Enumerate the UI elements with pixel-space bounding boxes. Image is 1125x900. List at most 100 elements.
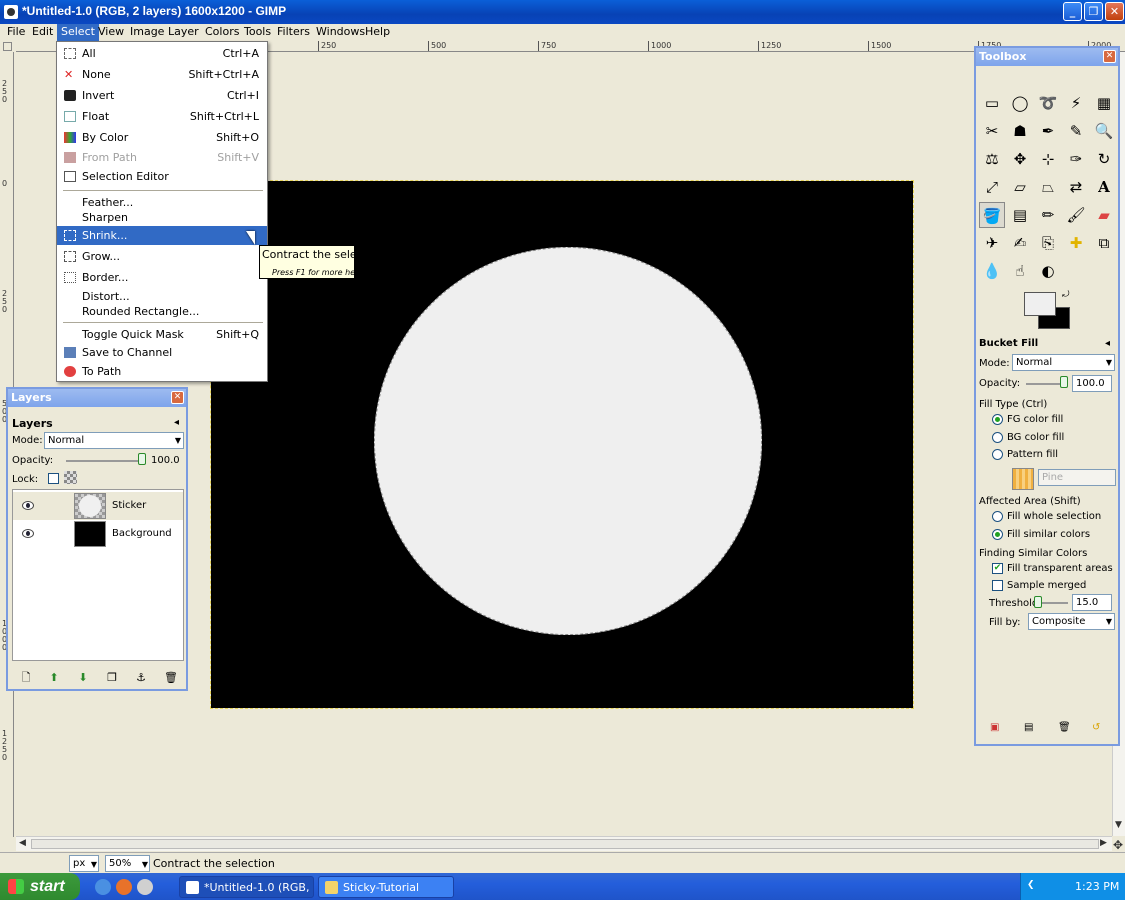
fg-bg-color-swatches[interactable]: ⤾ — [1024, 290, 1074, 330]
fill-opacity-slider[interactable] — [1026, 383, 1062, 385]
menu-item-sharpen[interactable]: Sharpen — [57, 208, 267, 227]
sticker-circle-selection[interactable] — [374, 247, 762, 635]
shear-icon[interactable]: ▱ — [1007, 174, 1033, 200]
rotate-icon[interactable]: ↻ — [1091, 146, 1117, 172]
menu-colors[interactable]: Colors — [201, 24, 243, 41]
menu-item-save-to-channel[interactable]: Save to Channel — [57, 343, 267, 362]
fill-by-select[interactable]: Composite ▼ — [1028, 613, 1115, 630]
perspective-clone-icon[interactable]: ⧉ — [1091, 230, 1117, 256]
menu-edit[interactable]: Edit — [28, 24, 57, 41]
crop-icon[interactable]: ✑ — [1063, 146, 1089, 172]
menu-item-none[interactable]: ✕ None Shift+Ctrl+A — [57, 65, 267, 84]
clone-icon[interactable]: ⎘ — [1035, 230, 1061, 256]
airbrush-icon[interactable]: ✈ — [979, 230, 1005, 256]
close-icon[interactable]: ✕ — [1103, 50, 1116, 63]
color-picker-icon[interactable]: ✎ — [1063, 118, 1089, 144]
raise-layer-icon[interactable]: ⬆ — [48, 672, 60, 684]
delete-layer-icon[interactable]: 🗑 — [164, 672, 178, 684]
rect-select-icon[interactable]: ▭ — [979, 90, 1005, 116]
menu-help[interactable]: Help — [361, 24, 394, 41]
eye-icon[interactable] — [22, 501, 34, 510]
fill-mode-select[interactable]: Normal ▼ — [1012, 354, 1115, 371]
pattern-swatch[interactable] — [1012, 468, 1034, 490]
swap-colors-icon[interactable]: ⤾ — [1062, 290, 1070, 300]
zoom-icon[interactable]: 🔍 — [1091, 118, 1117, 144]
foreground-select-icon[interactable]: ☗ — [1007, 118, 1033, 144]
pencil-icon[interactable]: ✏ — [1035, 202, 1061, 228]
media-quicklaunch-icon[interactable] — [137, 879, 153, 895]
pattern-fill-radio[interactable] — [992, 449, 1003, 460]
smudge-icon[interactable]: ☝ — [1007, 258, 1033, 284]
ie-quicklaunch-icon[interactable] — [95, 879, 111, 895]
fill-transparent-checkbox[interactable]: ✔ — [992, 563, 1003, 574]
lower-layer-icon[interactable]: ⬇ — [77, 672, 89, 684]
dodge-burn-icon[interactable]: ◐ — [1035, 258, 1061, 284]
menu-item-border[interactable]: Border... — [57, 268, 267, 287]
scale-icon[interactable]: ⤢ — [979, 174, 1005, 200]
start-button[interactable]: start — [0, 873, 80, 900]
firefox-quicklaunch-icon[interactable] — [116, 879, 132, 895]
heal-icon[interactable]: ✚ — [1063, 230, 1089, 256]
menu-item-rounded-rectangle[interactable]: Rounded Rectangle... — [57, 302, 267, 321]
menu-select[interactable]: Select — [57, 24, 99, 41]
menu-filters[interactable]: Filters — [273, 24, 314, 41]
horizontal-scrollbar[interactable]: ◀ ▶ — [16, 836, 1112, 851]
menu-item-by-color[interactable]: By Color Shift+O — [57, 128, 267, 147]
fg-color-fill-radio[interactable] — [992, 414, 1003, 425]
tray-expand-icon[interactable]: ❮ — [1027, 880, 1035, 890]
menu-item-to-path[interactable]: To Path — [57, 362, 267, 381]
close-button[interactable]: ✕ — [1105, 2, 1124, 21]
close-icon[interactable]: ✕ — [171, 391, 184, 404]
menu-item-all[interactable]: All Ctrl+A — [57, 44, 267, 63]
maximize-button[interactable]: ❐ — [1084, 2, 1103, 21]
taskbar-item-folder[interactable]: Sticky-Tutorial — [318, 876, 454, 898]
fill-similar-colors-radio[interactable] — [992, 529, 1003, 540]
restore-options-icon[interactable]: ▤ — [1024, 722, 1033, 733]
layer-row-sticker[interactable]: Sticker — [13, 492, 183, 520]
navigate-icon[interactable]: ✥ — [1113, 838, 1123, 852]
menu-item-from-path[interactable]: From Path Shift+V — [57, 148, 267, 167]
measure-icon[interactable]: ⚖ — [979, 146, 1005, 172]
paths-icon[interactable]: ✒ — [1035, 118, 1061, 144]
dock-menu-icon[interactable]: ◂ — [174, 417, 179, 428]
threshold-slider-handle[interactable] — [1034, 596, 1042, 608]
menu-item-selection-editor[interactable]: Selection Editor — [57, 167, 267, 186]
layers-dialog-title[interactable]: Layers — [8, 389, 186, 407]
menu-item-invert[interactable]: Invert Ctrl+I — [57, 86, 267, 105]
bg-color-fill-radio[interactable] — [992, 432, 1003, 443]
foreground-color-swatch[interactable] — [1024, 292, 1056, 316]
scissors-icon[interactable]: ✂ — [979, 118, 1005, 144]
menu-item-grow[interactable]: Grow... — [57, 247, 267, 266]
zoom-select[interactable]: 50% ▼ — [105, 855, 150, 872]
menu-view[interactable]: View — [94, 24, 128, 41]
mode-select[interactable]: Normal ▼ — [44, 432, 184, 449]
menu-item-shrink[interactable]: Shrink... — [57, 226, 267, 245]
opacity-slider-handle[interactable] — [138, 453, 146, 465]
window-title-bar[interactable]: *Untitled-1.0 (RGB, 2 layers) 1600x1200 … — [0, 0, 1125, 24]
opacity-value[interactable]: 100.0 — [151, 455, 180, 466]
opacity-slider[interactable] — [66, 460, 140, 462]
delete-options-icon[interactable]: 🗑 — [1058, 722, 1071, 733]
blur-icon[interactable]: 💧 — [979, 258, 1005, 284]
dock-menu-icon[interactable]: ◂ — [1105, 338, 1110, 349]
scroll-left-icon[interactable]: ◀ — [19, 838, 26, 848]
pattern-name-field[interactable]: Pine — [1038, 469, 1116, 486]
threshold-field[interactable]: 15.0 — [1072, 594, 1112, 611]
paintbrush-icon[interactable]: 🖌 — [1063, 202, 1089, 228]
blend-icon[interactable]: ▤ — [1007, 202, 1033, 228]
menu-item-float[interactable]: Float Shift+Ctrl+L — [57, 107, 267, 126]
toolbox-title[interactable]: Toolbox — [976, 48, 1118, 66]
scroll-down-icon[interactable]: ▼ — [1115, 820, 1122, 830]
flip-icon[interactable]: ⇄ — [1063, 174, 1089, 200]
taskbar-item-gimp[interactable]: *Untitled-1.0 (RGB, 2... — [179, 876, 314, 898]
perspective-icon[interactable]: ⏢ — [1035, 174, 1061, 200]
new-layer-icon[interactable]: 🗋 — [20, 672, 32, 684]
free-select-icon[interactable]: ➰ — [1035, 90, 1061, 116]
menu-file[interactable]: File — [3, 24, 29, 41]
bucket-fill-icon[interactable]: 🪣 — [979, 202, 1005, 228]
unit-select[interactable]: px ▼ — [69, 855, 99, 872]
duplicate-layer-icon[interactable]: ❐ — [106, 672, 118, 684]
reset-options-icon[interactable]: ↺ — [1092, 722, 1100, 733]
scroll-right-icon[interactable]: ▶ — [1100, 838, 1107, 848]
sample-merged-checkbox[interactable] — [992, 580, 1003, 591]
